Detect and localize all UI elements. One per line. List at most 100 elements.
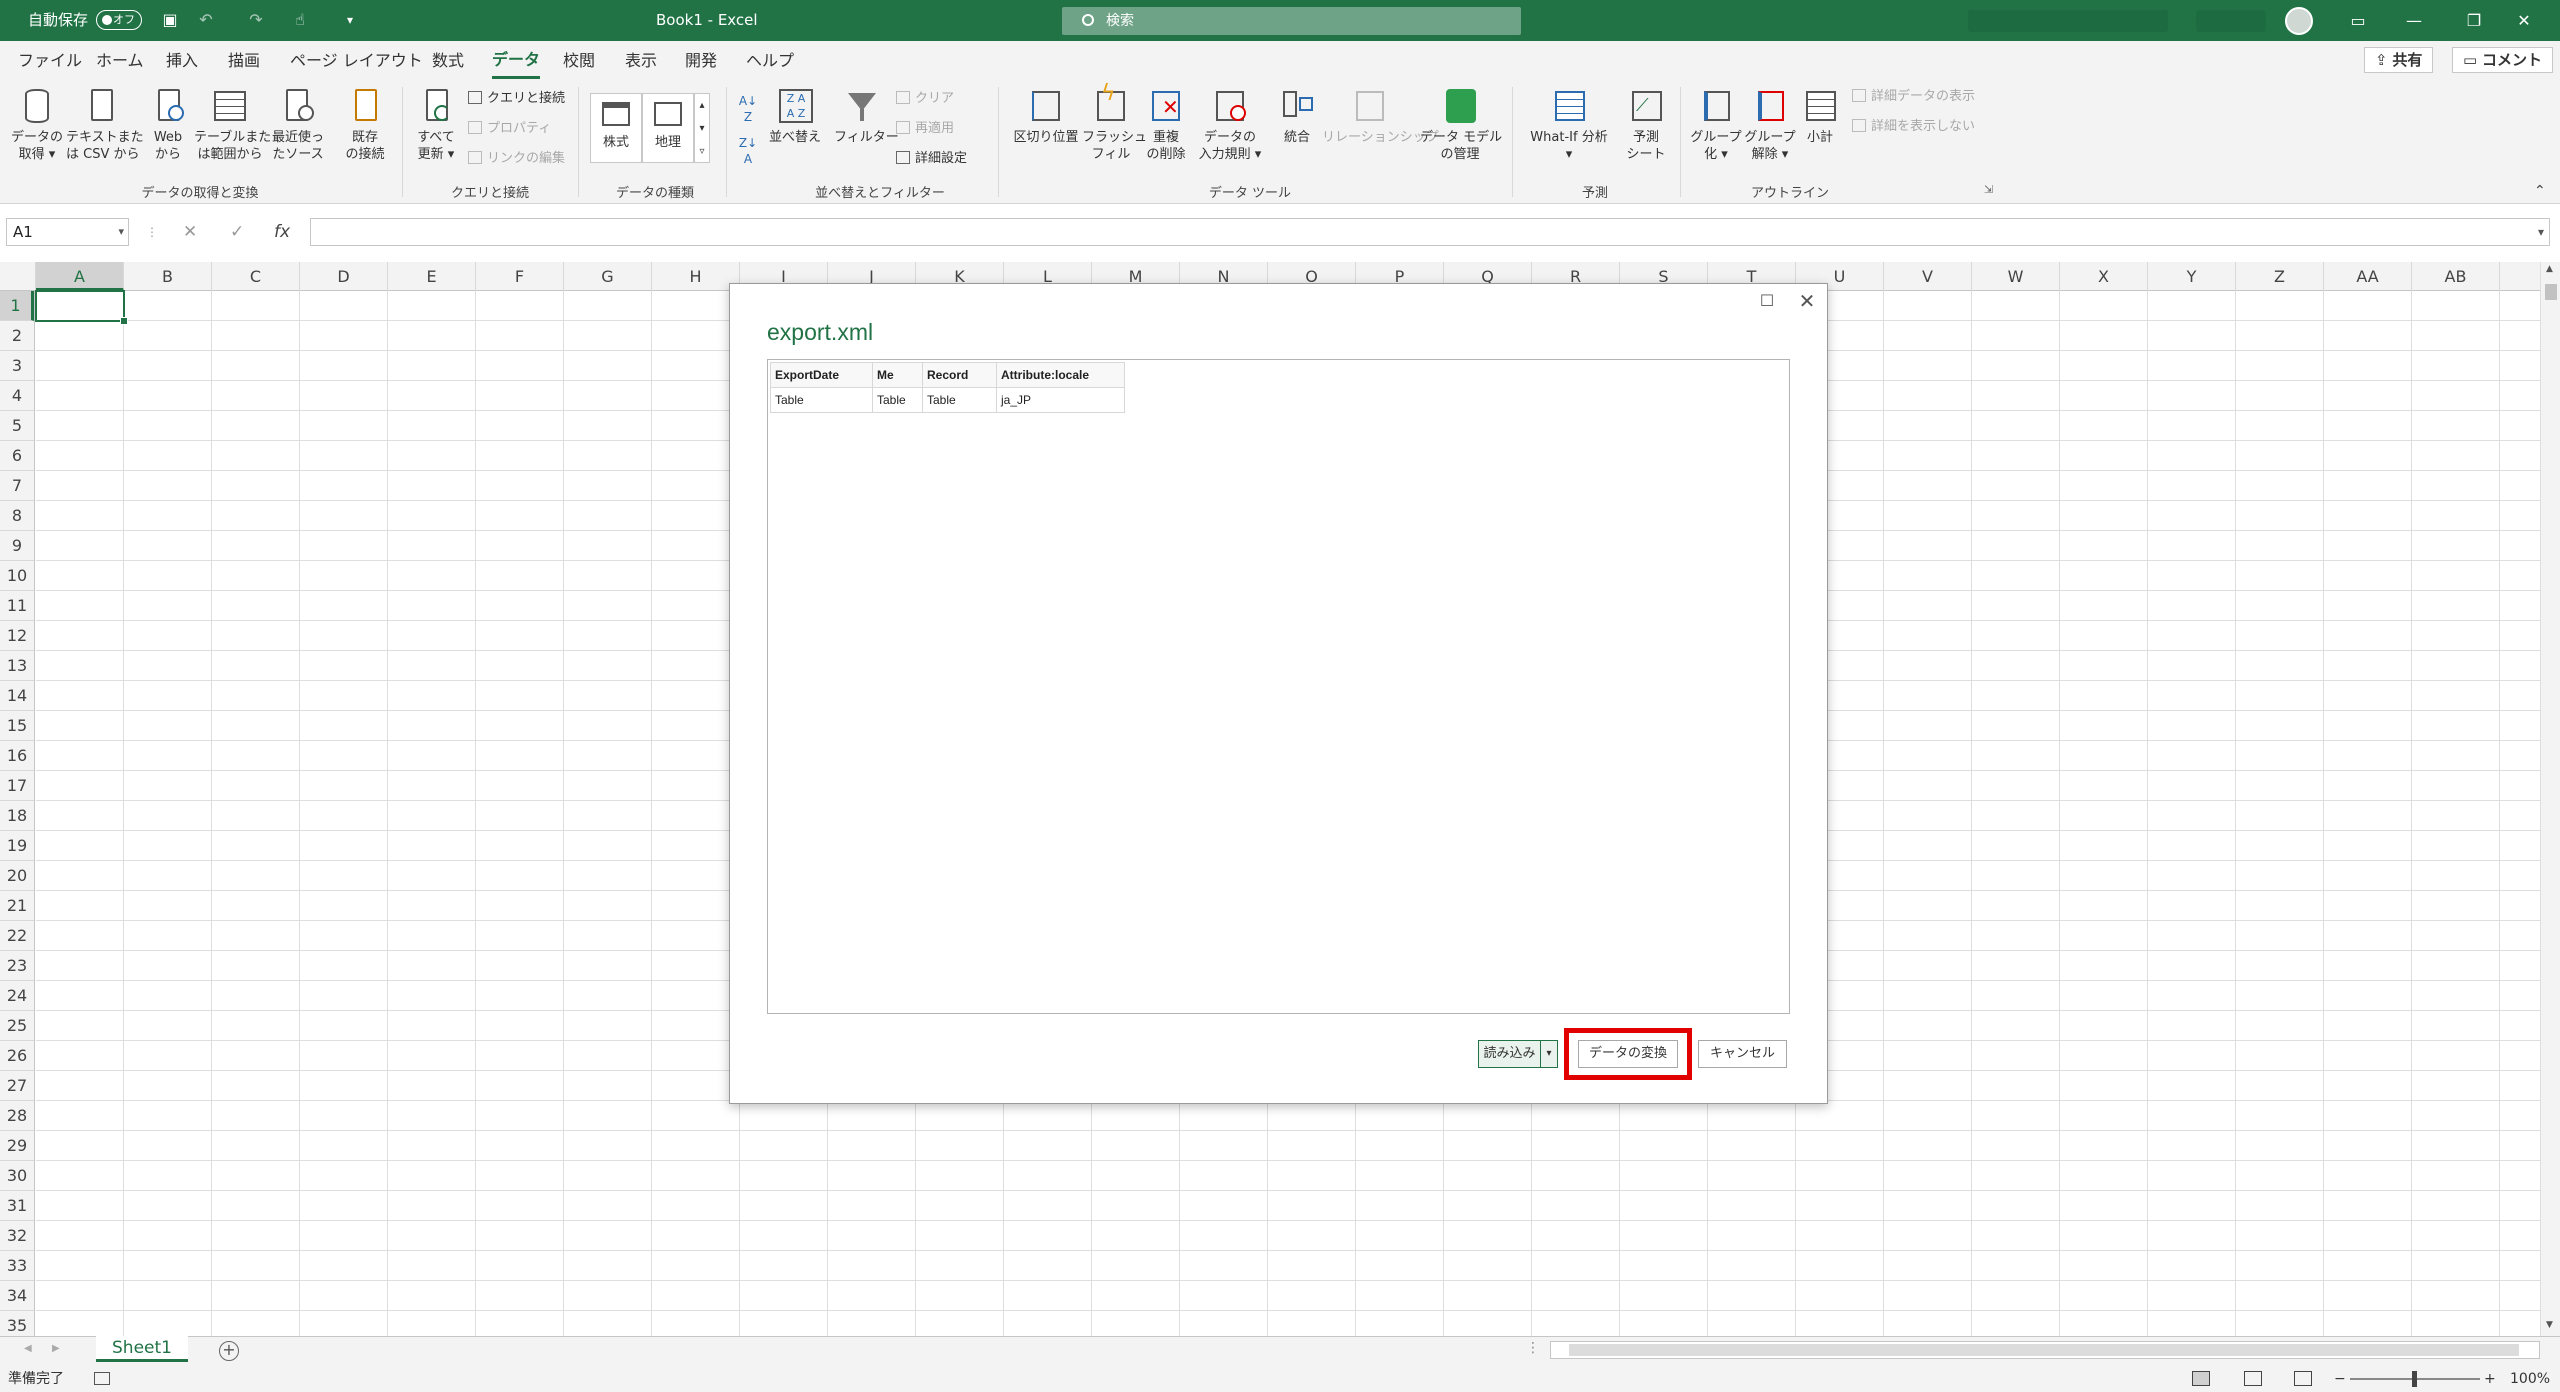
tab-home[interactable]: ホーム: [96, 41, 144, 79]
flash-fill-button[interactable]: ϟ フラッシュ フィル: [1082, 83, 1147, 163]
row-header[interactable]: 30: [0, 1161, 34, 1191]
column-header[interactable]: V: [1884, 262, 1972, 291]
column-header[interactable]: F: [476, 262, 564, 291]
properties-button[interactable]: プロパティ: [468, 119, 551, 139]
dialog-close-icon[interactable]: ✕: [1794, 288, 1820, 314]
enter-entry-icon[interactable]: ✓: [230, 218, 244, 246]
tab-file[interactable]: ファイル: [18, 41, 82, 79]
scroll-down-icon[interactable]: ▼: [2546, 1320, 2553, 1330]
column-header[interactable]: Z: [2236, 262, 2324, 291]
active-cell[interactable]: [35, 290, 128, 325]
existing-connections-button[interactable]: 既存 の接続: [336, 87, 394, 163]
from-table-range-button[interactable]: テーブルまた は範囲から: [194, 87, 271, 163]
tab-view[interactable]: 表示: [625, 41, 657, 79]
preview-column-header[interactable]: Attribute:locale: [996, 362, 1125, 388]
row-header[interactable]: 2: [0, 321, 34, 351]
zoom-slider[interactable]: [2350, 1371, 2480, 1387]
cancel-button[interactable]: キャンセル: [1698, 1040, 1787, 1068]
collapse-ribbon-icon[interactable]: ⌃: [2534, 183, 2546, 199]
page-break-view-icon[interactable]: [2294, 1371, 2312, 1386]
next-sheet-icon[interactable]: ▶: [52, 1343, 60, 1354]
autosave-toggle[interactable]: オフ: [96, 10, 142, 30]
row-header[interactable]: 16: [0, 741, 34, 771]
minimize-icon[interactable]: —: [2386, 0, 2442, 41]
select-all-corner[interactable]: [0, 262, 36, 291]
refresh-all-button[interactable]: すべて 更新 ▾: [406, 87, 466, 163]
save-icon[interactable]: ▣: [160, 10, 180, 30]
scroll-up-icon[interactable]: ▲: [2546, 264, 2553, 274]
ungroup-button[interactable]: グループ 解除 ▾: [1740, 87, 1800, 163]
avatar[interactable]: [2285, 7, 2313, 35]
zoom-level[interactable]: 100%: [2510, 1366, 2550, 1392]
horizontal-scroll-thumb[interactable]: [1569, 1344, 2519, 1356]
customize-qat-icon[interactable]: ▾: [340, 10, 360, 30]
column-header[interactable]: AB: [2412, 262, 2500, 291]
row-header[interactable]: 23: [0, 951, 34, 981]
row-header[interactable]: 5: [0, 411, 34, 441]
ribbon-display-options-icon[interactable]: ▭: [2330, 0, 2386, 41]
preview-column-header[interactable]: ExportDate: [770, 362, 873, 388]
row-header[interactable]: 7: [0, 471, 34, 501]
row-header[interactable]: 1: [0, 291, 34, 321]
preview-column-header[interactable]: Me: [872, 362, 923, 388]
column-header[interactable]: X: [2060, 262, 2148, 291]
formula-input[interactable]: [310, 218, 2550, 246]
consolidate-button[interactable]: 統合: [1272, 87, 1322, 146]
row-header[interactable]: 26: [0, 1041, 34, 1071]
tab-splitter-icon[interactable]: ⋮: [1526, 1340, 1540, 1356]
row-header[interactable]: 25: [0, 1011, 34, 1041]
redo-icon[interactable]: ↷: [246, 10, 266, 30]
row-header[interactable]: 28: [0, 1101, 34, 1131]
row-header[interactable]: 21: [0, 891, 34, 921]
reapply-button[interactable]: 再適用: [896, 119, 954, 139]
undo-icon[interactable]: ↶: [196, 10, 216, 30]
restore-icon[interactable]: ❐: [2446, 0, 2502, 41]
comment-button[interactable]: ▭ コメント: [2452, 47, 2553, 73]
add-sheet-icon[interactable]: +: [219, 1341, 239, 1361]
load-dropdown-icon[interactable]: ▾: [1540, 1040, 1558, 1068]
tab-review[interactable]: 校閲: [563, 41, 595, 79]
cancel-entry-icon[interactable]: ✕: [183, 218, 197, 246]
row-header[interactable]: 11: [0, 591, 34, 621]
subtotal-button[interactable]: 小計: [1798, 87, 1842, 146]
row-header[interactable]: 9: [0, 531, 34, 561]
column-header[interactable]: H: [652, 262, 740, 291]
row-header[interactable]: 13: [0, 651, 34, 681]
manage-data-model-button[interactable]: データ モデル の管理: [1420, 87, 1502, 163]
maximize-icon[interactable]: ☐: [1754, 288, 1780, 314]
remove-duplicates-button[interactable]: ✕ 重複 の削除: [1138, 87, 1194, 163]
data-types-gallery-scroll[interactable]: ▴ ▾ ▿: [694, 93, 710, 163]
row-header[interactable]: 22: [0, 921, 34, 951]
row-header[interactable]: 27: [0, 1071, 34, 1101]
row-header[interactable]: 34: [0, 1281, 34, 1311]
tab-developer[interactable]: 開発: [685, 41, 717, 79]
row-header[interactable]: 14: [0, 681, 34, 711]
group-button[interactable]: グループ 化 ▾: [1686, 87, 1746, 163]
hide-detail-button[interactable]: 詳細を表示しない: [1852, 117, 1975, 137]
row-header[interactable]: 10: [0, 561, 34, 591]
geography-button[interactable]: 地理: [642, 93, 694, 163]
sort-az-icon[interactable]: A↓ Z: [736, 93, 760, 125]
get-data-button[interactable]: データの 取得 ▾: [8, 87, 66, 163]
row-header[interactable]: 18: [0, 801, 34, 831]
sort-button[interactable]: Z AA Z 並べ替え: [764, 87, 826, 146]
outline-dialog-launcher-icon[interactable]: ⇲: [1984, 183, 1993, 196]
sort-za-icon[interactable]: Z↓ A: [736, 135, 760, 167]
row-header[interactable]: 8: [0, 501, 34, 531]
what-if-analysis-button[interactable]: What-If 分析 ▾: [1520, 87, 1618, 163]
expand-formula-bar-icon[interactable]: ▾: [2538, 218, 2544, 246]
zoom-slider-thumb[interactable]: [2412, 1371, 2417, 1387]
column-header[interactable]: D: [300, 262, 388, 291]
preview-column-header[interactable]: Record: [922, 362, 997, 388]
column-header[interactable]: G: [564, 262, 652, 291]
row-header[interactable]: 17: [0, 771, 34, 801]
tab-help[interactable]: ヘルプ: [746, 41, 794, 79]
horizontal-scrollbar[interactable]: [1550, 1341, 2540, 1359]
relationships-button[interactable]: リレーションシップ: [1322, 87, 1439, 146]
column-header[interactable]: AA: [2324, 262, 2412, 291]
tab-draw[interactable]: 描画: [228, 41, 260, 79]
row-header[interactable]: 6: [0, 441, 34, 471]
close-icon[interactable]: ✕: [2496, 0, 2552, 41]
show-detail-button[interactable]: 詳細データの表示: [1852, 87, 1975, 107]
tab-formulas[interactable]: 数式: [432, 41, 464, 79]
